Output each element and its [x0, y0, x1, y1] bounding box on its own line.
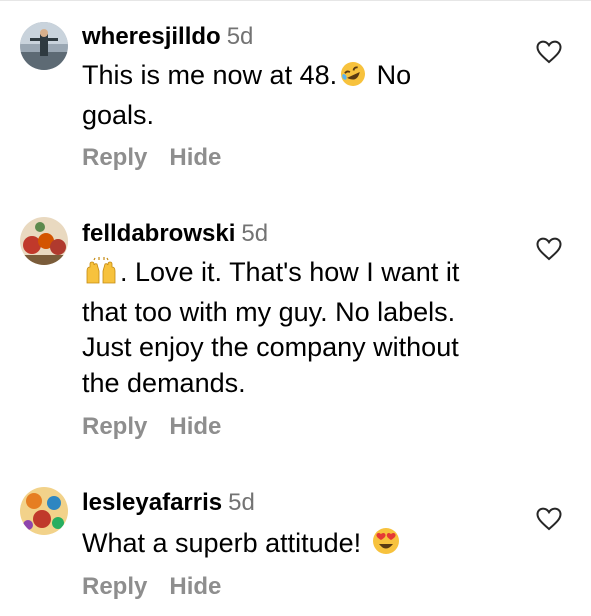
heart-outline-icon[interactable] — [536, 507, 562, 531]
comment-text: What a superb attitude! — [82, 526, 522, 566]
avatar[interactable] — [20, 487, 68, 535]
heart-eyes-emoji — [371, 526, 401, 566]
username-link[interactable]: lesleyafarris — [82, 489, 222, 516]
reply-button[interactable]: Reply — [82, 573, 147, 600]
comment-actions: Reply Hide — [82, 573, 243, 601]
hide-button[interactable]: Hide — [169, 573, 221, 600]
timestamp: 5d — [228, 489, 255, 516]
comment-line: What a superb attitude! — [82, 528, 362, 558]
comment-header: lesleyafarris 5d — [82, 488, 255, 518]
comment-item: lesleyafarris 5d What a superb attitude! … — [0, 0, 591, 616]
